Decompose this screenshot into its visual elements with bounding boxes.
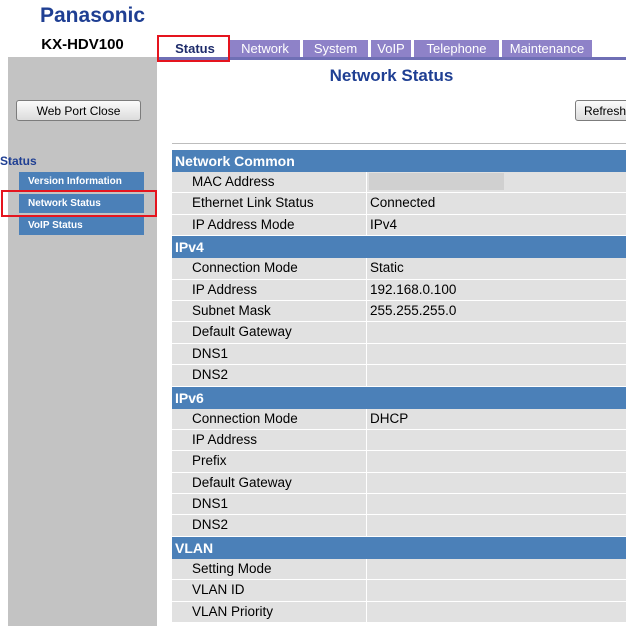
section-header-vlan: VLAN [172, 536, 626, 559]
row-label: Subnet Mask [172, 300, 366, 322]
row-label: Default Gateway [172, 472, 366, 494]
sidebar-item-version-information[interactable]: Version Information [19, 172, 144, 191]
section-header-ipv4: IPv4 [172, 236, 626, 259]
row-label: Connection Mode [172, 408, 366, 429]
row-value: 255.255.255.0 [367, 300, 626, 322]
row-value: Connected [367, 193, 626, 214]
sidebar [8, 57, 157, 626]
table-row: VLAN ID [172, 580, 626, 602]
web-port-close-button[interactable]: Web Port Close [16, 100, 141, 121]
row-label: Connection Mode [172, 258, 366, 279]
table-row: Prefix [172, 451, 626, 473]
row-label: IP Address Mode [172, 214, 366, 236]
row-value [367, 558, 626, 580]
row-label: Setting Mode [172, 558, 366, 580]
tab-network[interactable]: Network [230, 40, 300, 57]
content-divider [172, 143, 626, 144]
table-row-ip-address-mode: IP Address Mode IPv4 [172, 214, 626, 237]
row-value [367, 172, 626, 193]
row-value [367, 365, 626, 386]
tab-telephone[interactable]: Telephone [414, 40, 499, 57]
tab-maintenance[interactable]: Maintenance [502, 40, 592, 57]
network-status-table: Network Common MAC Address Ethernet Link… [172, 150, 626, 624]
row-label: Prefix [172, 451, 366, 472]
row-value [367, 343, 626, 365]
table-row: IP Address 192.168.0.100 [172, 279, 626, 301]
row-value [367, 515, 626, 536]
row-label: DNS2 [172, 365, 366, 386]
table-row: Default Gateway [172, 322, 626, 344]
row-value [367, 580, 626, 601]
table-row: Default Gateway [172, 472, 626, 495]
row-label: Ethernet Link Status [172, 193, 366, 214]
mac-address-redaction [369, 173, 504, 190]
row-label: IP Address [172, 429, 366, 451]
table-row: Subnet Mask 255.255.255.0 [172, 300, 626, 323]
sidebar-heading-status: Status [0, 154, 37, 168]
device-model-label: KX-HDV100 [41, 36, 124, 53]
section-header-ipv6: IPv6 [172, 386, 626, 409]
row-value [367, 472, 626, 494]
row-value [367, 429, 626, 451]
highlight-box-status-tab [157, 35, 230, 62]
table-row: Setting Mode [172, 558, 626, 581]
row-value: DHCP [367, 408, 626, 429]
row-label: MAC Address [172, 172, 366, 193]
table-row-ethernet-link-status: Ethernet Link Status Connected [172, 193, 626, 215]
row-value [367, 322, 626, 343]
table-row: DNS2 [172, 515, 626, 537]
row-value [367, 601, 626, 623]
panasonic-logo: Panasonic [40, 4, 146, 27]
row-value: Static [367, 258, 626, 279]
table-row: DNS2 [172, 365, 626, 387]
row-label: DNS2 [172, 515, 366, 536]
table-row: DNS1 [172, 343, 626, 366]
row-value: IPv4 [367, 214, 626, 236]
tab-system[interactable]: System [303, 40, 368, 57]
section-header-network-common: Network Common [172, 150, 626, 172]
row-label: VLAN ID [172, 580, 366, 601]
row-label: Default Gateway [172, 322, 366, 343]
row-label: IP Address [172, 279, 366, 300]
row-value: 192.168.0.100 [367, 279, 626, 300]
row-label: DNS1 [172, 343, 366, 365]
row-value [367, 451, 626, 472]
table-row: IP Address [172, 429, 626, 452]
table-row-mac-address: MAC Address [172, 172, 626, 194]
table-row: DNS1 [172, 494, 626, 516]
refresh-button[interactable]: Refresh [575, 100, 626, 121]
row-label: DNS1 [172, 494, 366, 515]
row-label: VLAN Priority [172, 601, 366, 623]
page-title: Network Status [329, 66, 454, 85]
table-row: Connection Mode DHCP [172, 408, 626, 430]
table-row: Connection Mode Static [172, 258, 626, 280]
highlight-box-network-status [1, 190, 157, 217]
table-row: VLAN Priority [172, 601, 626, 624]
row-value [367, 494, 626, 515]
tab-voip[interactable]: VoIP [371, 40, 411, 57]
sidebar-item-voip-status[interactable]: VoIP Status [19, 216, 144, 235]
